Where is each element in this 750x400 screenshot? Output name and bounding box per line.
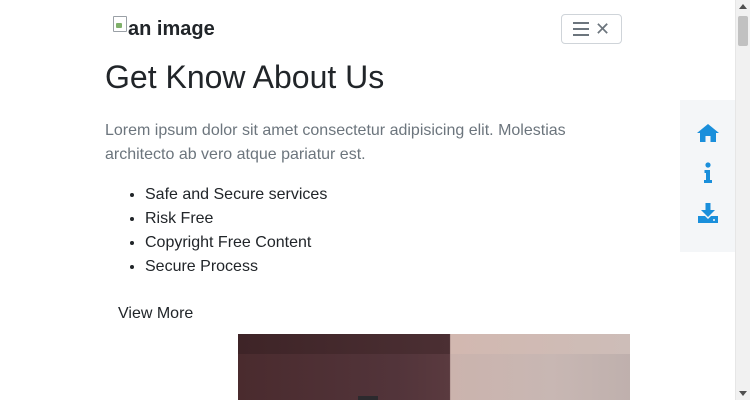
vertical-scrollbar[interactable] [735,0,750,400]
info-icon [703,162,712,183]
side-nav-download[interactable] [696,202,720,224]
about-description: Lorem ipsum dolor sit amet consectetur a… [105,122,566,163]
scrollbar-thumb[interactable] [738,16,748,46]
list-item: Safe and Secure services [145,183,327,207]
navbar-toggle-button[interactable]: ✕ [561,14,622,44]
side-nav [680,100,735,252]
scroll-up-icon[interactable] [739,4,747,9]
scroll-down-icon[interactable] [739,391,747,396]
download-icon [697,203,718,223]
feature-list: Safe and Secure services Risk Free Copyr… [105,183,327,279]
list-item: Copyright Free Content [145,231,327,255]
side-nav-info[interactable] [696,162,720,184]
logo[interactable]: an image [113,15,215,43]
about-photo [238,334,630,400]
side-nav-home[interactable] [696,122,720,144]
list-item: Secure Process [145,255,327,279]
hamburger-icon [572,22,589,36]
view-more-button[interactable]: View More [105,299,206,329]
broken-image-icon [113,16,127,32]
list-item: Risk Free [145,207,327,231]
logo-alt-text: an image [128,18,215,40]
home-icon [696,124,719,142]
close-icon: ✕ [594,19,611,39]
page-title: Get Know About Us [105,59,385,95]
